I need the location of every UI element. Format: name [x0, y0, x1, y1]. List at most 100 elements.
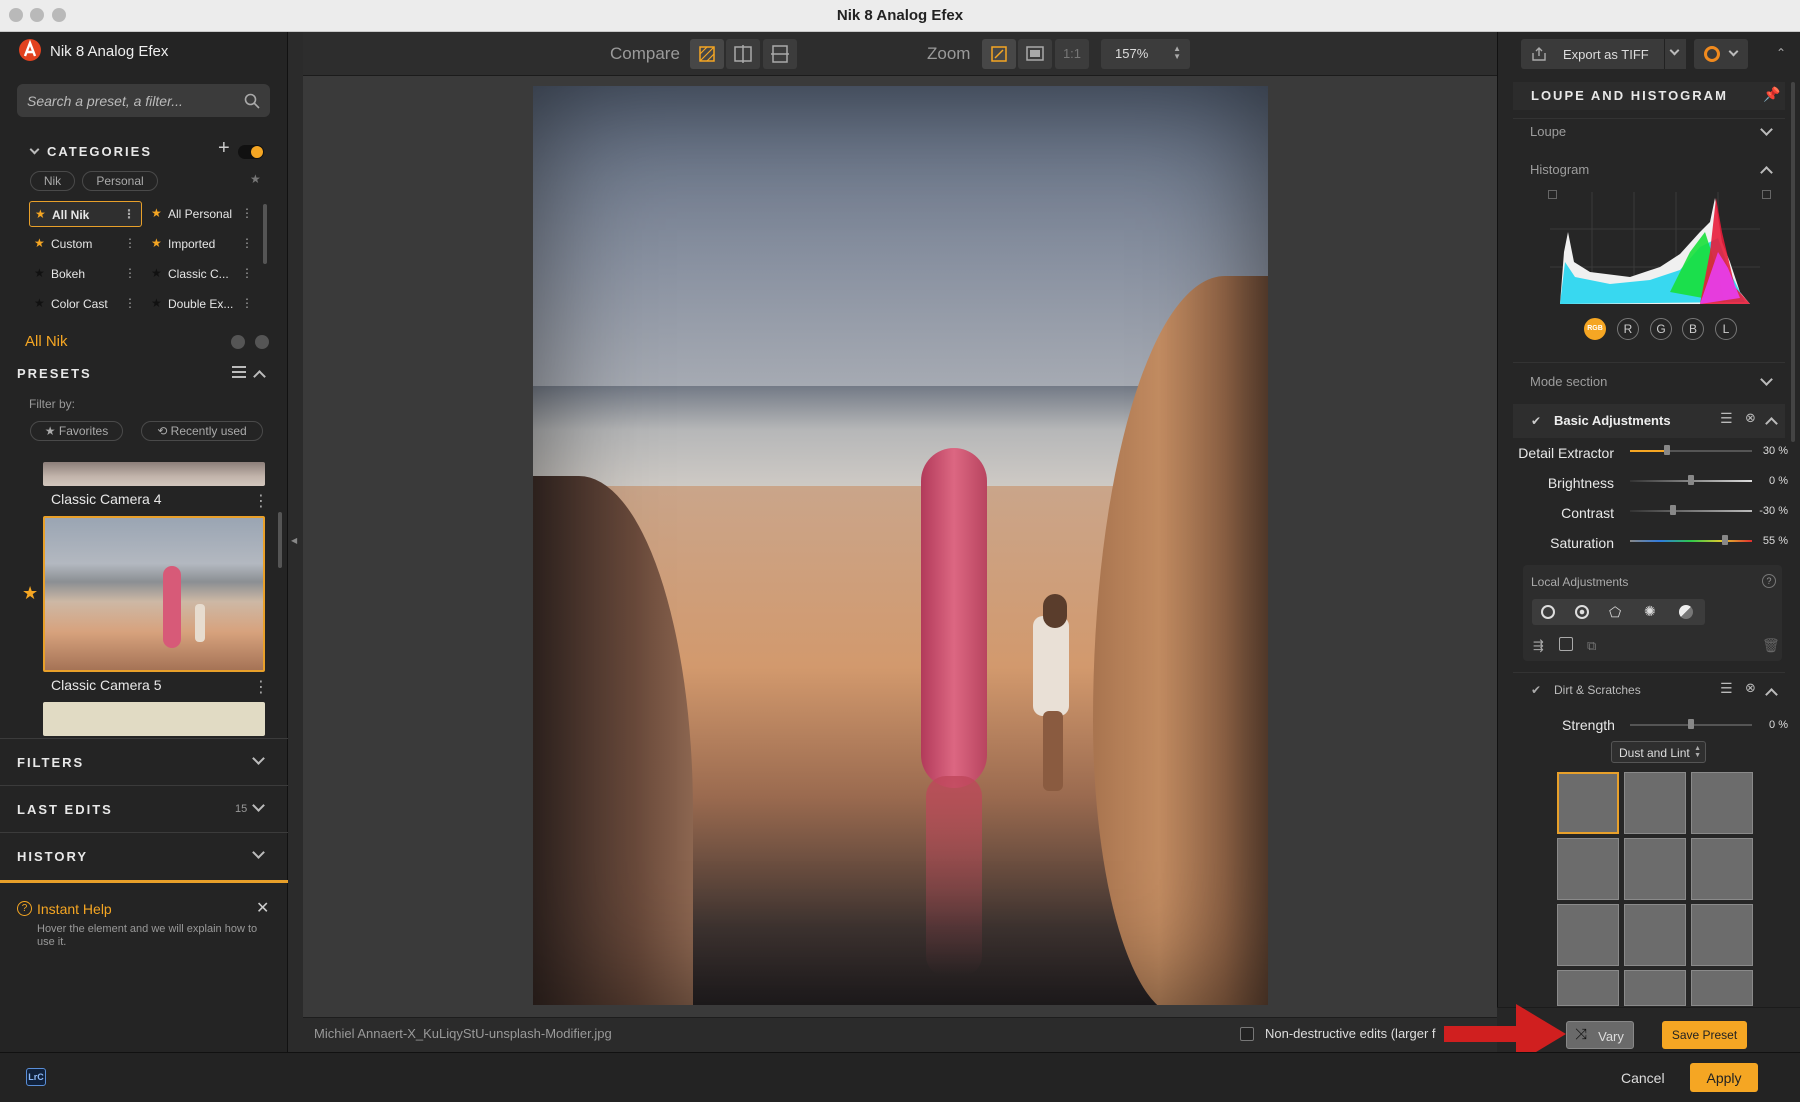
favorites-filter[interactable]: ★ Favorites — [30, 421, 123, 441]
channel-rgb-button[interactable]: RGB — [1584, 318, 1606, 340]
basic-adjustments-checkbox[interactable]: ✔ — [1531, 414, 1541, 428]
channel-g-button[interactable]: G — [1650, 318, 1672, 340]
texture-tile[interactable] — [1624, 838, 1686, 900]
reset-section-icon[interactable]: ⊗ — [1745, 410, 1756, 426]
chevron-down-icon[interactable] — [252, 752, 265, 765]
shadow-clip-indicator[interactable] — [1548, 190, 1557, 199]
preset-thumbnail-classic-camera-4[interactable] — [43, 462, 265, 486]
more-icon[interactable]: ⋮ — [124, 266, 136, 280]
category-color-cast[interactable]: ★ Color Cast ⋮ — [29, 291, 142, 317]
control-point-icon[interactable] — [1541, 605, 1555, 619]
presets-menu-icon[interactable] — [232, 366, 246, 378]
chevron-down-icon[interactable] — [1760, 373, 1773, 386]
category-bokeh[interactable]: ★ Bokeh ⋮ — [29, 261, 142, 287]
preset-more-icon[interactable]: ⋮ — [253, 677, 269, 697]
tab-personal[interactable]: Personal — [82, 171, 158, 191]
dirt-scratches-checkbox[interactable]: ✔ — [1531, 683, 1541, 697]
slider-knob[interactable] — [1688, 475, 1694, 485]
texture-tile[interactable] — [1557, 838, 1619, 900]
search-input[interactable]: Search a preset, a filter... — [17, 84, 270, 117]
slider-knob[interactable] — [1722, 535, 1729, 545]
texture-tile[interactable] — [1557, 772, 1619, 834]
section-menu-icon[interactable]: ☰ — [1720, 680, 1733, 697]
compare-split-button[interactable] — [690, 39, 724, 69]
filters-section[interactable]: FILTERS — [0, 738, 288, 784]
recently-used-filter[interactable]: ⟲ Recently used — [141, 421, 263, 441]
chevron-up-icon[interactable] — [1760, 166, 1773, 179]
channel-b-button[interactable]: B — [1682, 318, 1704, 340]
more-icon[interactable]: ⋮ — [123, 207, 135, 221]
chevron-down-icon[interactable] — [1760, 123, 1773, 136]
texture-tile[interactable] — [1624, 772, 1686, 834]
cancel-button[interactable]: Cancel — [1621, 1070, 1665, 1086]
slider-knob[interactable] — [1663, 445, 1670, 455]
export-button[interactable]: Export as TIFF — [1521, 39, 1685, 69]
more-icon[interactable]: ⋮ — [124, 236, 136, 250]
texture-tile[interactable] — [1691, 904, 1753, 966]
category-classic-camera[interactable]: ★ Classic C... ⋮ — [146, 261, 259, 287]
close-help-icon[interactable]: ✕ — [256, 898, 269, 918]
highlight-clip-indicator[interactable] — [1762, 190, 1771, 199]
reset-section-icon[interactable]: ⊗ — [1745, 680, 1756, 696]
save-preset-button[interactable]: Save Preset — [1662, 1021, 1747, 1049]
zoom-1to1-button[interactable]: 1:1 — [1055, 39, 1089, 69]
category-custom[interactable]: ★ Custom ⋮ — [29, 231, 142, 257]
loupe-section[interactable]: Loupe — [1513, 118, 1785, 152]
add-category-icon[interactable]: + — [218, 137, 230, 160]
nondestructive-checkbox[interactable] — [1240, 1027, 1254, 1041]
channel-l-button[interactable]: L — [1715, 318, 1737, 340]
show-mask-icon[interactable]: ⇶ — [1533, 638, 1544, 654]
categories-scrollbar[interactable] — [263, 204, 267, 264]
more-icon[interactable]: ⋮ — [241, 206, 253, 220]
favorite-star-icon[interactable]: ★ — [22, 583, 38, 604]
collapse-panel-icon[interactable]: ⌃ — [1776, 46, 1786, 60]
texture-tile[interactable] — [1624, 904, 1686, 966]
radial-mask-icon[interactable] — [1575, 605, 1589, 619]
previous-category-icon[interactable] — [231, 335, 245, 349]
categories-collapse-icon[interactable] — [29, 144, 40, 155]
vary-button[interactable]: ⤨ Vary — [1566, 1021, 1634, 1049]
compare-top-bottom-button[interactable] — [763, 39, 797, 69]
texture-tile[interactable] — [1691, 970, 1753, 1006]
texture-tile[interactable] — [1691, 772, 1753, 834]
collapse-left-panel-icon[interactable]: ◀ — [291, 536, 297, 545]
preset-thumbnail-next[interactable] — [43, 702, 265, 736]
chevron-down-icon[interactable] — [252, 799, 265, 812]
next-category-icon[interactable] — [255, 335, 269, 349]
strength-slider-knob[interactable] — [1688, 719, 1694, 729]
zoom-level-select[interactable]: 157% ▲ ▼ — [1101, 39, 1190, 69]
slider-track[interactable] — [1630, 510, 1752, 512]
texture-tile[interactable] — [1557, 904, 1619, 966]
invert-mask-icon[interactable] — [1559, 637, 1573, 651]
compare-side-by-side-button[interactable] — [726, 39, 760, 69]
texture-tile[interactable] — [1691, 838, 1753, 900]
history-section[interactable]: HISTORY — [0, 832, 288, 878]
zoom-fill-button[interactable] — [1018, 39, 1052, 69]
search-icon[interactable] — [244, 93, 260, 109]
category-all-nik[interactable]: ★ All Nik ⋮ — [29, 201, 142, 227]
more-icon[interactable]: ⋮ — [241, 236, 253, 250]
histogram-section[interactable]: Histogram — [1513, 158, 1785, 179]
tab-nik[interactable]: Nik — [30, 171, 75, 191]
presets-collapse-icon[interactable] — [253, 370, 266, 383]
dirt-type-select[interactable]: Dust and Lint ▲ ▼ — [1611, 741, 1706, 763]
channel-r-button[interactable]: R — [1617, 318, 1639, 340]
slider-knob[interactable] — [1669, 505, 1676, 515]
more-icon[interactable]: ⋮ — [124, 296, 136, 310]
star-filter-icon[interactable]: ★ — [250, 172, 261, 186]
host-menu-button[interactable] — [1694, 39, 1748, 69]
texture-tile[interactable] — [1624, 970, 1686, 1006]
mode-section[interactable]: Mode section — [1513, 362, 1785, 400]
pin-icon[interactable]: 📌 — [1763, 86, 1780, 103]
local-help-icon[interactable]: ? — [1762, 574, 1776, 588]
luminosity-mask-icon[interactable]: ✺ — [1644, 603, 1656, 620]
chevron-down-icon[interactable] — [252, 846, 265, 859]
apply-button[interactable]: Apply — [1690, 1063, 1758, 1092]
trash-icon[interactable]: 🗑 — [1762, 637, 1780, 654]
color-mask-icon[interactable] — [1679, 605, 1693, 619]
slider-track[interactable] — [1630, 540, 1752, 542]
export-options-dropdown[interactable] — [1664, 39, 1686, 69]
preset-more-icon[interactable]: ⋮ — [253, 491, 269, 511]
presets-scrollbar[interactable] — [278, 512, 282, 568]
section-menu-icon[interactable]: ☰ — [1720, 410, 1733, 427]
